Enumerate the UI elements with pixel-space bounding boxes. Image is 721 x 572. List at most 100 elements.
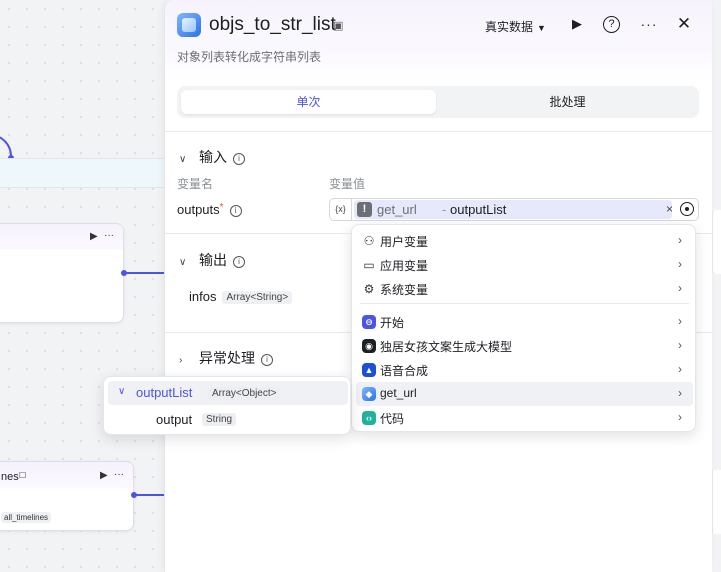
required-mark: * — [219, 202, 224, 213]
panel-header: objs_to_str_list ▣ 真实数据 ▼ ▶ ? ··· ✕ 对象列表转… — [165, 0, 712, 80]
target-icon[interactable] — [680, 202, 694, 216]
run-icon[interactable]: ▶ — [90, 231, 98, 242]
plugin-node-icon: ◆ — [362, 387, 376, 401]
dropdown-item-system-vars[interactable]: ⚙ 系统变量 › — [356, 277, 693, 301]
plugin-icon — [177, 13, 201, 37]
chevron-right-icon: › — [678, 314, 682, 328]
output-variable-row: infos Array<String> — [189, 289, 293, 304]
col-var-value: 变量值 — [329, 177, 366, 191]
llm-node-icon: ◉ — [362, 339, 376, 353]
dropdown-item-label: 应用变量 — [380, 259, 429, 273]
run-button[interactable]: ▶ — [567, 14, 587, 34]
dropdown-item-label: 语音合成 — [380, 364, 429, 378]
chevron-right-icon: › — [678, 338, 682, 352]
child-var-type: String — [202, 413, 237, 426]
chevron-right-icon: › — [678, 281, 682, 295]
output-section-title: 输出 — [199, 252, 227, 268]
field-name-text: outputs — [177, 202, 220, 217]
dropdown-item-user-vars[interactable]: ⚇ 用户变量 › — [356, 229, 693, 253]
ref-type-icon[interactable]: {x} — [330, 199, 352, 220]
dropdown-item-app-vars[interactable]: ▭ 应用变量 › — [356, 253, 693, 277]
dropdown-item-node-llm[interactable]: ◉ 独居女孩文案生成大模型 › — [356, 334, 693, 358]
selected-node-name: get_url — [377, 202, 417, 217]
canvas-node-edge — [712, 470, 721, 534]
user-icon: ⚇ — [363, 234, 375, 248]
info-icon[interactable]: i — [233, 153, 245, 165]
error-section-header[interactable]: › 异常处理 i — [179, 348, 273, 368]
more-icon[interactable]: ··· — [639, 14, 659, 34]
chevron-right-icon: › — [179, 355, 183, 366]
caret-down-icon: ▼ — [537, 23, 546, 33]
tts-node-icon: ▲ — [362, 363, 376, 377]
divider — [165, 131, 713, 132]
clear-icon[interactable]: × — [666, 202, 673, 216]
gear-icon: ⚙ — [363, 282, 375, 296]
input-section-title: 输入 — [199, 149, 227, 165]
dropdown-item-label: 独居女孩文案生成大模型 — [380, 340, 513, 354]
input-field-name: outputs* i — [177, 202, 242, 217]
dropdown-item-node-code[interactable]: ‹› 代码 › — [356, 406, 693, 430]
output-var-type: Array<String> — [222, 291, 293, 304]
canvas-node-card[interactable]: ▶ ··· — [0, 223, 124, 323]
tab-batch[interactable]: 批处理 — [440, 90, 695, 114]
dropdown-item-label: 代码 — [380, 412, 405, 426]
error-section-title: 异常处理 — [199, 350, 255, 366]
node-card-header: ▶ ··· — [0, 224, 123, 250]
chevron-right-icon: › — [678, 233, 682, 247]
dropdown-item-label: 用户变量 — [380, 235, 429, 249]
title-badge-icon: ▣ — [333, 20, 344, 32]
dropdown-item-label: 开始 — [380, 316, 405, 330]
dropdown-item-node-start[interactable]: ⊖ 开始 › — [356, 310, 693, 334]
code-node-icon: ‹› — [362, 411, 376, 425]
dropdown-item-node-tts[interactable]: ▲ 语音合成 › — [356, 358, 693, 382]
badge-icon: ☐ — [19, 471, 27, 480]
canvas-node-card[interactable]: nes ☐ ▶ ··· all_timelines — [0, 461, 134, 531]
chevron-right-icon: › — [678, 257, 682, 271]
chevron-right-icon: › — [678, 386, 682, 400]
selected-variable-chip[interactable]: ! get_url - outputList — [354, 200, 672, 219]
warning-icon: ! — [357, 202, 372, 217]
more-icon[interactable]: ··· — [114, 469, 124, 480]
help-icon[interactable]: ? — [603, 16, 620, 33]
node-card-header: nes ☐ ▶ ··· — [0, 462, 133, 488]
output-var-row[interactable]: ∨ outputList Array<Object> — [108, 381, 348, 405]
dropdown-item-label: get_url — [380, 386, 417, 400]
connection-line — [124, 272, 164, 274]
start-node-icon: ⊖ — [362, 315, 376, 329]
node-output-popup: ∨ outputList Array<Object> output String — [103, 376, 351, 435]
chevron-down-icon: ∨ — [179, 257, 187, 268]
info-icon[interactable]: i — [229, 205, 242, 217]
input-section-header[interactable]: ∨ 输入 i — [179, 147, 245, 167]
chevron-right-icon: › — [678, 362, 682, 376]
chevron-down-icon[interactable]: ∨ — [118, 386, 125, 397]
variable-dropdown: ⚇ 用户变量 › ▭ 应用变量 › ⚙ 系统变量 › ⊖ 开始 › ◉ 独居女孩… — [351, 224, 696, 432]
selected-separator: - — [442, 202, 447, 217]
data-mode-label: 真实数据 — [485, 20, 534, 34]
panel-title[interactable]: objs_to_str_list — [209, 14, 336, 36]
node-title: nes — [1, 471, 19, 483]
variable-selector[interactable]: {x} ! get_url - outputList × — [329, 198, 699, 221]
output-var-name: infos — [189, 289, 217, 304]
tab-single[interactable]: 单次 — [181, 90, 436, 114]
node-output-tag: all_timelines — [1, 512, 52, 523]
connection-line — [134, 494, 164, 496]
dropdown-divider — [360, 303, 689, 304]
close-icon[interactable]: ✕ — [674, 14, 694, 34]
canvas-node-edge — [712, 210, 721, 274]
info-icon[interactable]: i — [261, 354, 273, 366]
chevron-down-icon: ∨ — [179, 154, 187, 165]
child-var-name[interactable]: output — [156, 412, 192, 427]
output-var-name: outputList — [136, 385, 193, 400]
dropdown-item-node-get-url[interactable]: ◆ get_url › — [356, 382, 693, 406]
canvas-node-strip — [0, 158, 164, 188]
col-var-name: 变量名 — [177, 177, 214, 191]
output-var-type: Array<Object> — [208, 387, 281, 400]
dropdown-item-label: 系统变量 — [380, 283, 429, 297]
output-section-header[interactable]: ∨ 输出 i — [179, 250, 245, 270]
data-mode-select[interactable]: 真实数据 ▼ — [485, 18, 546, 35]
chevron-right-icon: › — [678, 410, 682, 424]
run-icon[interactable]: ▶ — [100, 470, 108, 481]
info-icon[interactable]: i — [233, 256, 245, 268]
run-mode-tabs: 单次 批处理 — [177, 86, 699, 118]
more-icon[interactable]: ··· — [104, 230, 114, 241]
